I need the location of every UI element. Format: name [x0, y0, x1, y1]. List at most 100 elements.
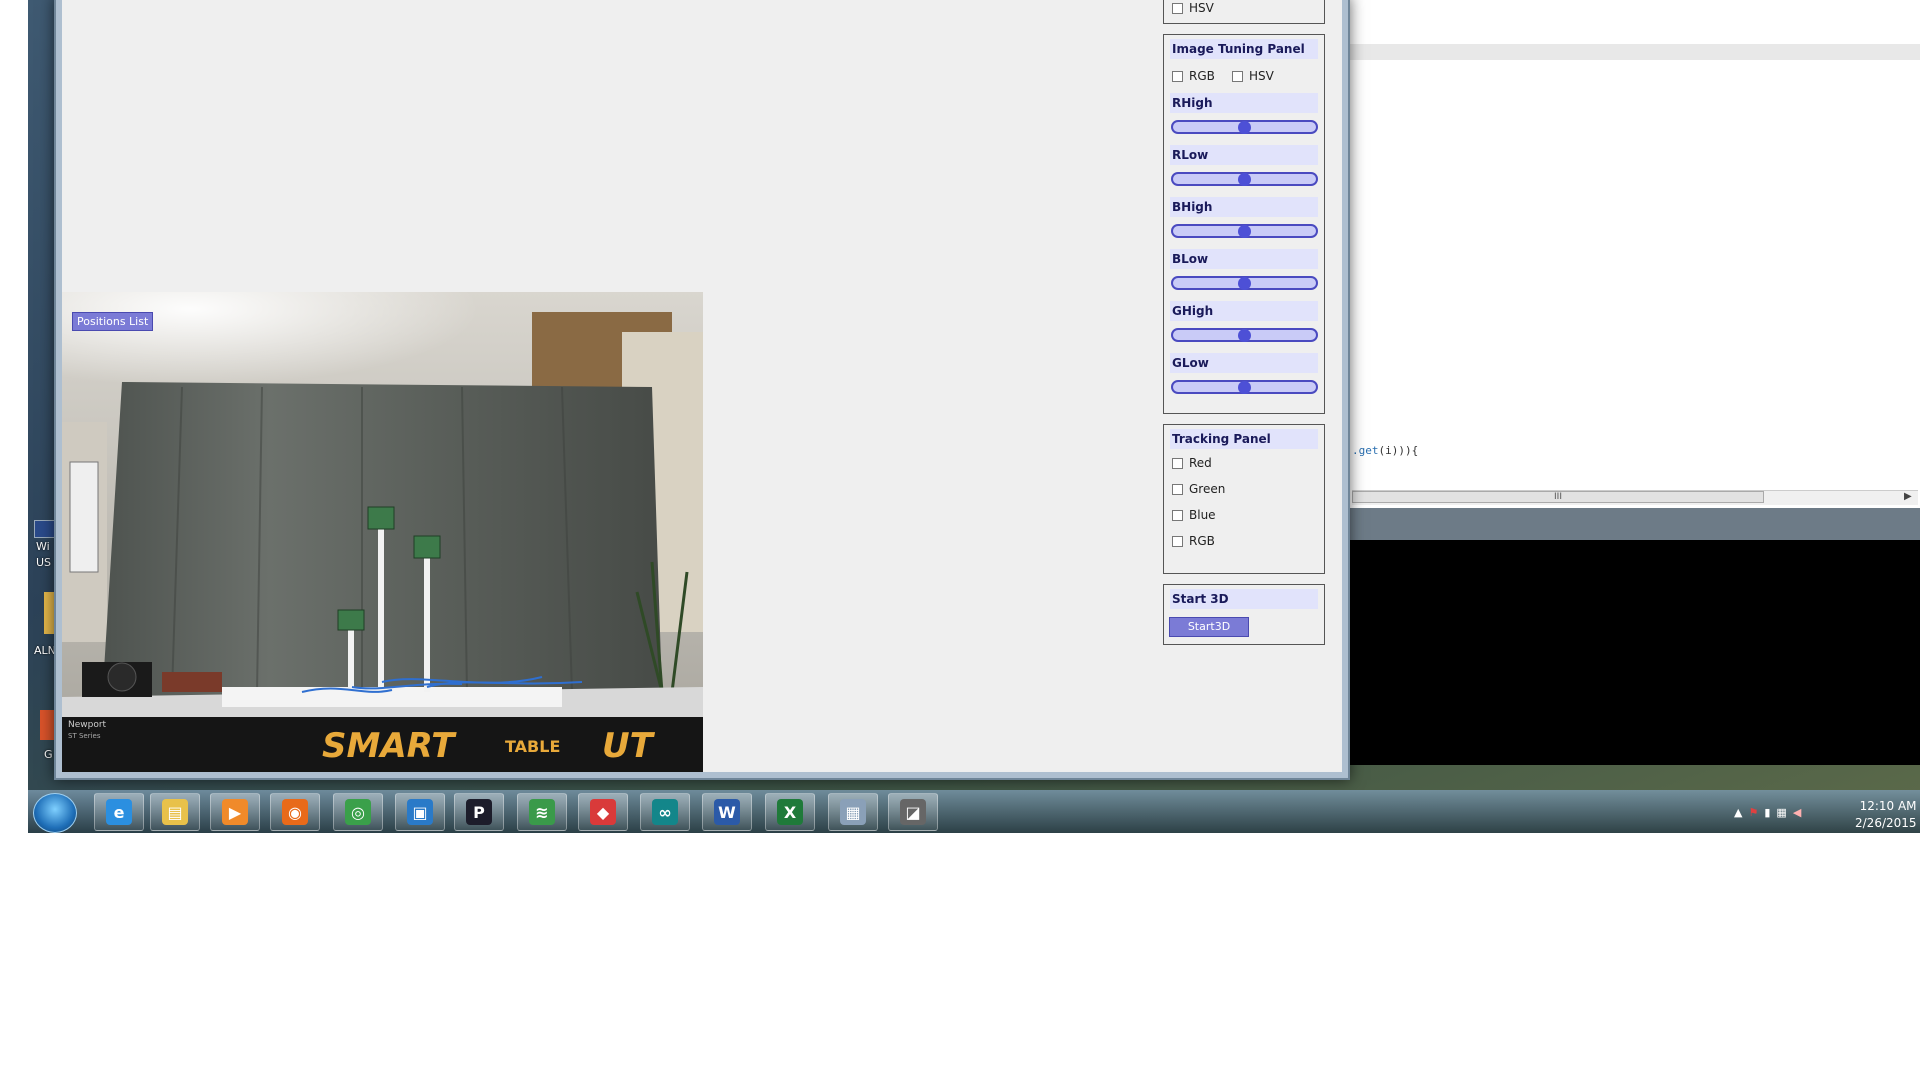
- taskbar-button[interactable]: W: [702, 793, 752, 831]
- slider-label-rlow: RLow: [1170, 145, 1318, 165]
- scrollbar-grip: III: [1554, 492, 1562, 502]
- clock-time: 12:10 AM: [1859, 799, 1917, 813]
- network-icon[interactable]: ▦: [1776, 806, 1786, 819]
- slider-glow[interactable]: [1171, 380, 1318, 394]
- checkbox-box: [1172, 509, 1183, 521]
- slider-knob[interactable]: [1238, 277, 1251, 290]
- taskbar-button[interactable]: P: [454, 793, 504, 831]
- camera-feed: SMART TABLE UT Newport ST Series: [62, 292, 703, 772]
- taskbar-button[interactable]: e: [94, 793, 144, 831]
- slider-knob[interactable]: [1238, 121, 1251, 134]
- calculator-icon: ▦: [840, 799, 866, 825]
- rgb-label: RGB: [1189, 69, 1215, 83]
- git-app-icon: ◆: [590, 799, 616, 825]
- start-button[interactable]: [33, 793, 77, 833]
- slider-knob[interactable]: [1238, 173, 1251, 186]
- scroll-right-arrow-icon[interactable]: ▶: [1904, 491, 1912, 502]
- clock-date: 2/26/2015: [1855, 816, 1917, 830]
- java-app-icon: ◪: [900, 799, 926, 825]
- slider-label-blow: BLow: [1170, 249, 1318, 269]
- desktop-icon-label: ALN: [34, 644, 56, 657]
- table-model-text: UT: [602, 726, 656, 766]
- taskbar-button[interactable]: X: [765, 793, 815, 831]
- slider-label-bhigh: BHigh: [1170, 197, 1318, 217]
- show-hidden-icons-icon[interactable]: ▲: [1734, 806, 1742, 819]
- green-checkbox[interactable]: Green: [1172, 482, 1225, 496]
- hsv-label: HSV: [1189, 1, 1214, 15]
- slider-blow[interactable]: [1171, 276, 1318, 290]
- code-method: .get: [1352, 444, 1379, 457]
- taskbar-button[interactable]: ▦: [828, 793, 878, 831]
- slider-knob[interactable]: [1238, 381, 1251, 394]
- slider-rlow[interactable]: [1171, 172, 1318, 186]
- red-label: Red: [1189, 456, 1212, 470]
- table-sub-text: TABLE: [505, 737, 560, 756]
- firefox-icon: ◉: [282, 799, 308, 825]
- image-tuning-title: Image Tuning Panel: [1170, 39, 1318, 59]
- slider-ghigh[interactable]: [1171, 328, 1318, 342]
- slider-rhigh[interactable]: [1171, 120, 1318, 134]
- image-tuning-panel: Image Tuning Panel RGB HSV RHigh RLow BHig…: [1163, 34, 1325, 414]
- slider-knob[interactable]: [1238, 225, 1251, 238]
- taskbar-button[interactable]: ◉: [270, 793, 320, 831]
- slider-label-ghigh: GHigh: [1170, 301, 1318, 321]
- start3d-title: Start 3D: [1170, 589, 1318, 609]
- tracking-panel-title: Tracking Panel: [1170, 429, 1318, 449]
- rgb-label: RGB: [1189, 534, 1215, 548]
- processing-icon: P: [466, 799, 492, 825]
- scrollbar-thumb[interactable]: III: [1352, 491, 1764, 503]
- power-icon[interactable]: ▮: [1764, 806, 1770, 819]
- action-center-icon[interactable]: ⚑: [1748, 806, 1758, 819]
- checkbox-box: [1172, 457, 1183, 469]
- start3d-button[interactable]: Start3D: [1169, 617, 1249, 637]
- hsv-checkbox[interactable]: HSV: [1232, 69, 1274, 83]
- table-maker-text: Newport: [68, 720, 107, 730]
- volume-icon[interactable]: ◀: [1793, 806, 1801, 819]
- blue-checkbox[interactable]: Blue: [1172, 508, 1216, 522]
- positions-list-button[interactable]: Positions List: [72, 312, 154, 331]
- arduino-icon: ∞: [652, 799, 678, 825]
- table-series-text: ST Series: [68, 732, 101, 740]
- console-output: [1348, 540, 1920, 765]
- hsv-checkbox[interactable]: HSV: [1172, 1, 1214, 15]
- slider-bhigh[interactable]: [1171, 224, 1318, 238]
- console-header: [1348, 508, 1920, 540]
- checkbox-box: [1172, 535, 1183, 547]
- code-line: .get(i))){: [1352, 444, 1418, 457]
- taskbar-button[interactable]: ▤: [150, 793, 200, 831]
- code-editor[interactable]: [1348, 0, 1920, 508]
- start3d-panel: Start 3D Start3D: [1163, 584, 1325, 645]
- taskbar-button[interactable]: ◪: [888, 793, 938, 831]
- taskbar-button[interactable]: ▶: [210, 793, 260, 831]
- taskbar-button[interactable]: ∞: [640, 793, 690, 831]
- slider-label-rhigh: RHigh: [1170, 93, 1318, 113]
- color-mode-panel: HSV: [1163, 0, 1325, 24]
- checkbox-box: [1172, 70, 1183, 82]
- desktop-icon-label: Wi: [36, 540, 50, 553]
- desktop-icon-label: US: [36, 556, 52, 569]
- taskbar-button[interactable]: ≋: [517, 793, 567, 831]
- taskbar-button[interactable]: ▣: [395, 793, 445, 831]
- editor-current-line-highlight: [1348, 44, 1920, 60]
- taskbar-clock[interactable]: 12:10 AM 2/26/2015: [1855, 798, 1917, 832]
- checkbox-box: [1172, 2, 1183, 14]
- blue-label: Blue: [1189, 508, 1216, 522]
- taskbar-button[interactable]: ◎: [333, 793, 383, 831]
- rgb-checkbox[interactable]: RGB: [1172, 69, 1215, 83]
- rgb-tracking-checkbox[interactable]: RGB: [1172, 534, 1215, 548]
- file-explorer-icon: ▤: [162, 799, 188, 825]
- green-label: Green: [1189, 482, 1226, 496]
- hsv-label: HSV: [1249, 69, 1274, 83]
- code-rest: (i))){: [1378, 444, 1419, 457]
- checkbox-box: [1232, 70, 1243, 82]
- taskbar-button[interactable]: ◆: [578, 793, 628, 831]
- camera-image: SMART TABLE UT Newport ST Series: [62, 292, 703, 772]
- red-checkbox[interactable]: Red: [1172, 456, 1212, 470]
- tracking-panel: Tracking Panel Red Green Blue RGB: [1163, 424, 1325, 574]
- media-player-icon: ▶: [222, 799, 248, 825]
- chrome-icon: ◎: [345, 799, 371, 825]
- system-tray: ▲ ⚑ ▮ ▦ ◀: [1734, 798, 1801, 826]
- slider-knob[interactable]: [1238, 329, 1251, 342]
- virtualbox-icon: ▣: [407, 799, 433, 825]
- checkbox-box: [1172, 483, 1183, 495]
